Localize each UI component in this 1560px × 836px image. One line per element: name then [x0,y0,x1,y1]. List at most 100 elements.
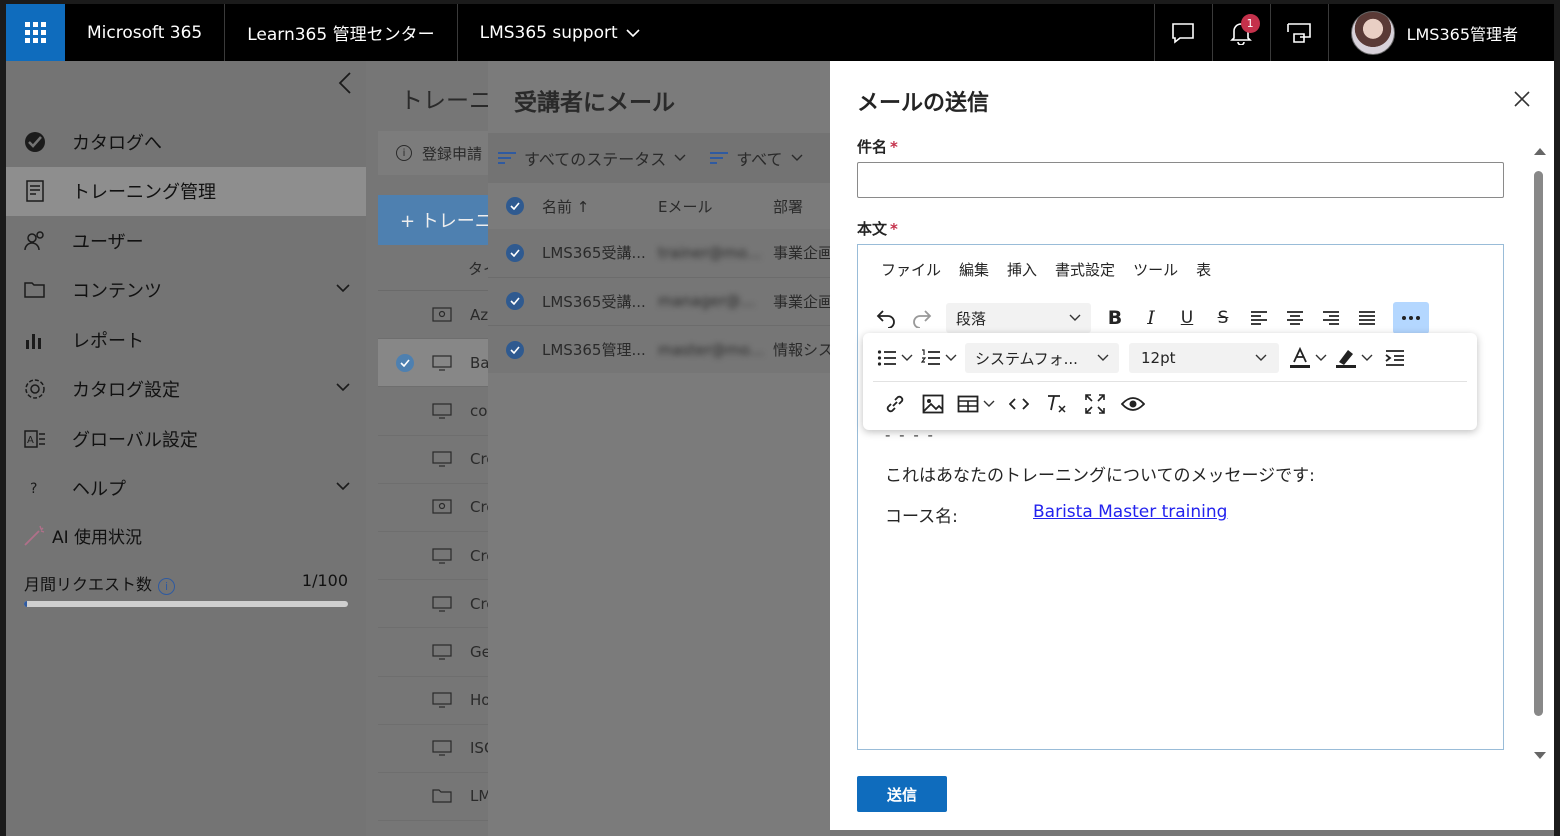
redo-icon [913,310,932,328]
align-left-button[interactable] [1241,302,1277,334]
monitor-icon [432,403,452,419]
status-filter[interactable]: すべてのステータス [524,146,666,170]
sidebar-item-catalog[interactable]: カタログへ [6,117,366,167]
required-mark: * [890,138,898,156]
select-all-checkbox[interactable] [506,197,524,215]
email-learners-panel: 受講者にメール すべてのステータス すべて 名前 ↑ Eメール 部署 LMS36… [488,61,833,836]
send-email-panel: メールの送信 件名 * 本文 * ファイル 編集 挿入 書式設定 ツール 表 段落 … [830,61,1554,830]
font-size-select[interactable]: 12pt [1129,343,1279,373]
column-email[interactable]: Eメール [658,196,712,217]
requests-progress-fill [24,601,28,607]
course-link[interactable]: Barista Master training [1033,502,1227,522]
sidebar-item-global-settings[interactable]: A グローバル設定 [6,414,366,464]
justify-button[interactable] [1349,302,1385,334]
panel-empty-area [488,373,830,836]
gear-icon [22,377,48,401]
table-row[interactable]: LMS365受講... manager@... 事業企画 [488,277,833,326]
table-row[interactable]: LMS365管理... master@mo... 情報シス [488,326,833,375]
monitor-icon [432,451,452,467]
sidebar-item-label: トレーニング管理 [72,182,216,204]
table-button[interactable] [953,395,999,413]
align-right-button[interactable] [1313,302,1349,334]
filter-icon [498,149,516,167]
waffle-icon [25,22,46,43]
sidebar-item-contents[interactable]: コンテンツ [6,266,366,316]
chevron-down-icon[interactable] [336,382,350,392]
italic-button[interactable]: I [1133,302,1169,334]
feedback-button[interactable] [1153,4,1212,61]
align-left-icon [1251,311,1267,325]
row-checkbox[interactable] [506,243,524,262]
redo-button[interactable] [904,302,940,334]
notifications-button[interactable]: 1 [1211,4,1270,61]
row-checkbox[interactable] [506,292,524,311]
chevron-down-icon [901,354,913,361]
sidebar-item-training-management[interactable]: トレーニング管理 [6,166,366,216]
undo-button[interactable] [868,302,904,334]
row-checkbox[interactable] [506,340,524,359]
menu-edit[interactable]: 編集 [950,259,998,280]
align-center-button[interactable] [1277,302,1313,334]
all-filter[interactable]: すべて [736,146,782,170]
more-tools-button[interactable] [1393,302,1429,334]
scroll-up-arrow[interactable] [1534,148,1546,155]
menu-insert[interactable]: 挿入 [998,259,1046,280]
fullscreen-icon [1085,394,1105,414]
panel-scrollbar[interactable] [1530,143,1546,759]
align-right-icon [1323,311,1339,325]
required-mark: * [890,220,898,238]
user-account-button[interactable]: LMS365管理者 [1327,4,1554,61]
menu-format[interactable]: 書式設定 [1046,259,1124,280]
table-row[interactable]: LMS365受講... trainer@mo... 事業企画 [488,229,833,278]
chevron-down-icon [626,28,640,37]
indent-button[interactable] [1377,342,1413,374]
preview-button[interactable] [1115,388,1151,420]
code-icon [1009,398,1029,410]
course-name-label: コース名: [885,507,958,527]
scroll-down-arrow[interactable] [1534,752,1546,759]
org-selector[interactable]: LMS365 support [458,4,662,61]
sidebar-item-users[interactable]: ユーザー [6,216,366,266]
app-title[interactable]: Learn365 管理センター [225,4,458,61]
text-color-button[interactable] [1285,347,1331,369]
rich-text-editor[interactable]: ファイル 編集 挿入 書式設定 ツール 表 段落 B I U S - - - - [857,244,1504,750]
chevron-down-icon [1069,314,1081,321]
scroll-thumb[interactable] [1534,171,1543,716]
underline-button[interactable]: U [1169,302,1205,334]
sidebar-item-catalog-settings[interactable]: カタログ設定 [6,365,366,415]
app-launcher-button[interactable] [6,4,65,61]
highlight-color-button[interactable] [1331,347,1377,369]
send-button[interactable]: 送信 [857,776,947,812]
info-icon[interactable]: i [158,578,176,595]
sidebar-item-label: コンテンツ [72,281,162,303]
check-circle-icon [22,130,48,154]
checkmark-icon[interactable] [396,353,414,372]
strikethrough-icon: S [1217,308,1229,328]
collapse-sidebar-icon[interactable] [338,71,352,95]
clear-formatting-button[interactable] [1039,388,1075,420]
menu-table[interactable]: 表 [1187,259,1220,280]
source-code-button[interactable] [1001,388,1037,420]
font-family-select[interactable]: システムフォ... [965,343,1119,373]
subject-input[interactable] [857,162,1504,198]
bold-button[interactable]: B [1097,302,1133,334]
bullet-list-button[interactable] [873,349,917,367]
chevron-down-icon[interactable] [336,283,350,293]
close-icon[interactable] [1514,91,1530,107]
sidebar-item-help[interactable]: ? ヘルプ [6,464,366,514]
sidebar-item-reports[interactable]: レポート [6,315,366,365]
link-button[interactable] [877,388,913,420]
clear-formatting-icon [1048,395,1066,413]
menu-tools[interactable]: ツール [1124,259,1187,280]
paragraph-select[interactable]: 段落 [946,303,1091,333]
whats-new-button[interactable] [1269,4,1328,61]
fullscreen-button[interactable] [1077,388,1113,420]
numbered-list-button[interactable] [917,349,961,367]
menu-file[interactable]: ファイル [872,259,950,280]
column-department[interactable]: 部署 [773,196,803,217]
column-name[interactable]: 名前 ↑ [542,196,589,217]
strikethrough-button[interactable]: S [1205,302,1241,334]
brand-title[interactable]: Microsoft 365 [65,4,226,61]
image-button[interactable] [915,388,951,420]
chevron-down-icon[interactable] [336,481,350,491]
